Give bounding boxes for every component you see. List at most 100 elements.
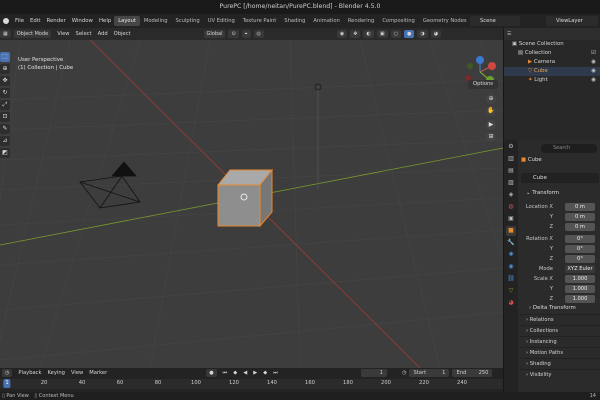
menu-marker[interactable]: Marker bbox=[86, 370, 110, 376]
scale-y-field[interactable]: 1.000 bbox=[565, 285, 595, 293]
gizmo-icon[interactable]: ✥ bbox=[350, 30, 361, 38]
instancing-section[interactable]: › Instancing bbox=[519, 336, 600, 347]
ortho-grid-icon[interactable]: ⊞ bbox=[486, 132, 496, 142]
motion-paths-section[interactable]: › Motion Paths bbox=[519, 347, 600, 358]
collection-checkbox-icon[interactable]: ☑ bbox=[591, 49, 596, 58]
view-layer-tab-icon[interactable]: ▨ bbox=[506, 178, 516, 188]
shading-section[interactable]: › Shading bbox=[519, 358, 600, 369]
transform-orientation-dropdown[interactable]: Global bbox=[203, 30, 226, 38]
zoom-icon[interactable]: ⊕ bbox=[486, 94, 496, 104]
world-tab-icon[interactable]: ◍ bbox=[506, 202, 516, 212]
render-tab-icon[interactable]: ▥ bbox=[506, 154, 516, 164]
view-layer-selector[interactable]: ViewLayer bbox=[546, 16, 598, 26]
cursor-icon[interactable]: ⊕ bbox=[0, 64, 10, 74]
object-name-field[interactable]: Cube bbox=[521, 173, 599, 183]
outliner-item-collection[interactable]: ▤ Collection ☑ bbox=[504, 49, 600, 58]
eye-icon[interactable]: ◉ bbox=[591, 67, 596, 76]
shading-solid-icon[interactable]: ● bbox=[403, 30, 415, 38]
material-tab-icon[interactable]: ◕ bbox=[506, 298, 516, 308]
timeline-ruler[interactable]: 1 20 40 60 80 100 120 140 160 180 200 22… bbox=[0, 379, 503, 389]
jump-start-icon[interactable]: ⏮ bbox=[220, 370, 231, 377]
menu-select[interactable]: Select bbox=[73, 31, 95, 37]
location-y-field[interactable]: 0 m bbox=[565, 213, 595, 221]
add-cube-icon[interactable]: ◩ bbox=[0, 148, 10, 158]
menu-playback[interactable]: Playback bbox=[15, 370, 44, 376]
transform-section-header[interactable]: ⌄ Transform bbox=[519, 188, 600, 198]
jump-end-icon[interactable]: ⏭ bbox=[270, 370, 281, 377]
rotation-y-field[interactable]: 0° bbox=[565, 245, 595, 253]
editor-type-button[interactable]: ▦ bbox=[0, 30, 11, 38]
tab-texture-paint[interactable]: Texture Paint bbox=[239, 16, 280, 26]
outliner-item-cube[interactable]: ▽ Cube ◉ bbox=[504, 67, 600, 76]
scene-selector[interactable]: Scene bbox=[470, 16, 520, 26]
menu-object[interactable]: Object bbox=[111, 31, 134, 37]
blender-logo-icon[interactable] bbox=[3, 18, 9, 24]
tab-geometry-nodes[interactable]: Geometry Nodes bbox=[419, 16, 471, 26]
scale-icon[interactable]: ⤢ bbox=[0, 100, 10, 110]
snap-icon[interactable]: ⌖ bbox=[241, 30, 251, 38]
physics-tab-icon[interactable]: ◉ bbox=[506, 262, 516, 272]
tab-compositing[interactable]: Compositing bbox=[378, 16, 419, 26]
overlay-icon[interactable]: ◐ bbox=[363, 30, 374, 38]
move-icon[interactable]: ✥ bbox=[0, 76, 10, 86]
proportional-edit-icon[interactable]: ◎ bbox=[253, 30, 264, 38]
annotate-icon[interactable]: ✎ bbox=[0, 124, 10, 134]
rotate-icon[interactable]: ↻ bbox=[0, 88, 10, 98]
prev-keyframe-icon[interactable]: ◆ bbox=[230, 370, 240, 376]
output-tab-icon[interactable]: ▤ bbox=[506, 166, 516, 176]
xray-icon[interactable]: ▣ bbox=[376, 30, 388, 38]
start-frame-field[interactable]: Start 1 bbox=[409, 369, 450, 377]
end-frame-field[interactable]: End 250 bbox=[452, 369, 493, 377]
3d-viewport[interactable]: Options ⊕ ✋ ▶ ⊞ bbox=[0, 40, 503, 368]
particles-tab-icon[interactable]: ✺ bbox=[506, 250, 516, 260]
transform-icon[interactable]: ⊡ bbox=[0, 112, 10, 122]
collections-section[interactable]: › Collections bbox=[519, 325, 600, 336]
tab-uv-editing[interactable]: UV Editing bbox=[204, 16, 239, 26]
shading-rendered-icon[interactable]: ◕ bbox=[430, 30, 442, 38]
rotation-mode-dropdown[interactable]: XYZ Euler bbox=[565, 265, 595, 273]
timeline-editor-icon[interactable]: ◷ bbox=[2, 369, 13, 377]
camera-view-icon[interactable]: ▶ bbox=[486, 120, 496, 130]
relations-section[interactable]: › Relations bbox=[519, 314, 600, 325]
eye-icon[interactable]: ◉ bbox=[591, 76, 596, 85]
play-icon[interactable]: ▶ bbox=[250, 370, 260, 376]
next-keyframe-icon[interactable]: ◆ bbox=[260, 370, 270, 376]
eye-icon[interactable]: ◉ bbox=[591, 58, 596, 67]
outliner-item-camera[interactable]: ▶ Camera ◉ bbox=[504, 58, 600, 67]
measure-icon[interactable]: ⊿ bbox=[0, 136, 10, 146]
rotation-z-field[interactable]: 0° bbox=[565, 255, 595, 263]
rotation-x-field[interactable]: 0° bbox=[565, 235, 595, 243]
collection-tab-icon[interactable]: ▣ bbox=[506, 214, 516, 224]
tab-sculpting[interactable]: Sculpting bbox=[172, 16, 204, 26]
scene-tab-icon[interactable]: ◈ bbox=[506, 190, 516, 200]
menu-timeline-view[interactable]: View bbox=[68, 370, 86, 376]
location-z-field[interactable]: 0 m bbox=[565, 223, 595, 231]
scale-z-field[interactable]: 1.000 bbox=[565, 295, 595, 303]
options-dropdown[interactable]: Options bbox=[468, 80, 498, 89]
visibility-icon[interactable]: ◉ bbox=[336, 30, 348, 38]
constraints-tab-icon[interactable]: ⛓ bbox=[506, 274, 516, 284]
tab-modeling[interactable]: Modeling bbox=[140, 16, 172, 26]
pivot-icon[interactable]: ⊙ bbox=[228, 30, 239, 38]
tab-shading[interactable]: Shading bbox=[280, 16, 309, 26]
menu-add[interactable]: Add bbox=[95, 31, 111, 37]
current-frame-field[interactable]: 1 bbox=[360, 369, 387, 377]
scale-x-field[interactable]: 1.000 bbox=[565, 275, 595, 283]
modifier-tab-icon[interactable]: 🔧 bbox=[506, 238, 516, 248]
menu-window[interactable]: Window bbox=[69, 18, 96, 24]
tab-rendering[interactable]: Rendering bbox=[344, 16, 379, 26]
object-tab-icon[interactable]: ■ bbox=[506, 226, 516, 236]
menu-file[interactable]: File bbox=[12, 18, 27, 24]
menu-edit[interactable]: Edit bbox=[27, 18, 43, 24]
menu-render[interactable]: Render bbox=[43, 18, 68, 24]
clock-icon[interactable]: ◷ bbox=[399, 370, 410, 376]
delta-transform-section[interactable]: › Delta Transform bbox=[519, 303, 600, 313]
data-tab-icon[interactable]: ▽ bbox=[506, 286, 516, 296]
outliner-item-scene-collection[interactable]: ▣ Scene Collection bbox=[504, 40, 600, 49]
outliner-editor-icon[interactable]: ☰ bbox=[507, 31, 511, 37]
play-reverse-icon[interactable]: ◀ bbox=[240, 370, 250, 376]
select-box-icon[interactable]: ⬚ bbox=[0, 52, 10, 62]
playhead-frame[interactable]: 1 bbox=[3, 379, 11, 388]
menu-help[interactable]: Help bbox=[96, 18, 114, 24]
tab-layout[interactable]: Layout bbox=[114, 16, 140, 26]
